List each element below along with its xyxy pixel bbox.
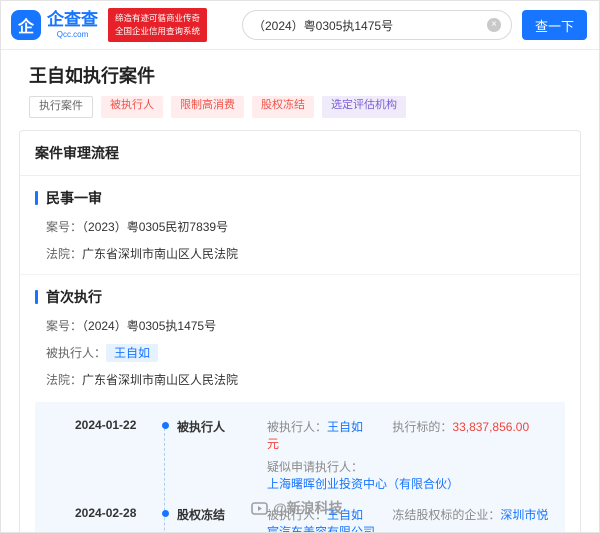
case-title: 首次执行 bbox=[35, 287, 565, 307]
case-number-row: 案号：（2023）粤0305民初7839号 bbox=[46, 218, 565, 235]
timeline-details: 被执行人：王自如 冻结股权标的企业：深圳市悦宸汽车美容有限公司 冻结股权数额：1… bbox=[267, 506, 555, 532]
logo-name: 企查查 bbox=[47, 10, 98, 30]
timeline-event: 被执行人 bbox=[177, 419, 226, 434]
court-value: 广东省深圳市南山区人民法院 bbox=[82, 246, 239, 261]
detail-label: 疑似申请执行人： bbox=[267, 459, 364, 474]
case-number-value: （2023）粤0305民初7839号 bbox=[82, 219, 229, 234]
case-civil-first-instance: 民事一审 案号：（2023）粤0305民初7839号 法院：广东省深圳市南山区人… bbox=[20, 176, 580, 274]
tag-list: 执行案件 被执行人 限制高消费 股权冻结 选定评估机构 bbox=[1, 96, 599, 118]
timeline-date: 2024-02-28 bbox=[75, 505, 137, 520]
clear-icon[interactable]: × bbox=[486, 18, 501, 33]
slogan-banner: 缔造有迹可循商业传奇 全国企业信用查询系统 bbox=[108, 8, 208, 43]
qcc-logo[interactable]: 企 企查查 Qcc.com bbox=[11, 10, 98, 41]
case-number-label: 案号： bbox=[46, 318, 83, 333]
tag-execution-case[interactable]: 执行案件 bbox=[29, 96, 93, 118]
detail-value-link[interactable]: 王自如 bbox=[327, 508, 363, 522]
search-button[interactable]: 查一下 bbox=[521, 10, 587, 41]
qcc-logo-text: 企查查 Qcc.com bbox=[47, 11, 98, 39]
top-bar: 企 企查查 Qcc.com 缔造有迹可循商业传奇 全国企业信用查询系统 （202… bbox=[1, 1, 599, 51]
timeline-row: 2024-01-22 被执行人 被执行人：王自如 执行标的：33,837,856… bbox=[75, 418, 555, 492]
timeline-event: 股权冻结 bbox=[177, 507, 226, 522]
court-row: 法院：广东省深圳市南山区人民法院 bbox=[46, 371, 565, 388]
case-number-label: 案号： bbox=[46, 219, 83, 234]
detail-value-link[interactable]: 王自如 bbox=[327, 420, 363, 434]
tag-appraisal-agency[interactable]: 选定评估机构 bbox=[322, 96, 406, 118]
detail-label: 执行标的： bbox=[392, 419, 453, 434]
executed-person-label: 被执行人： bbox=[46, 345, 107, 360]
timeline-dot-icon bbox=[161, 509, 169, 517]
court-label: 法院： bbox=[46, 246, 83, 261]
timeline-row: 2024-02-28 股权冻结 被执行人：王自如 冻结股权标的企业：深圳市悦宸汽… bbox=[75, 505, 555, 532]
case-process-card: 案件审理流程 民事一审 案号：（2023）粤0305民初7839号 法院：广东省… bbox=[19, 129, 581, 532]
tag-equity-freeze[interactable]: 股权冻结 bbox=[252, 96, 314, 118]
section-title: 案件审理流程 bbox=[20, 131, 580, 176]
qcc-logo-icon: 企 bbox=[11, 10, 41, 41]
tag-consumption-restriction[interactable]: 限制高消费 bbox=[171, 96, 244, 118]
case-number-value: （2024）粤0305执1475号 bbox=[82, 318, 217, 333]
qcc-page: 企 企查查 Qcc.com 缔造有迹可循商业传奇 全国企业信用查询系统 （202… bbox=[0, 0, 600, 533]
detail-value-link[interactable]: 上海曙晖创业投资中心（有限合伙） bbox=[267, 477, 459, 491]
slogan-line-2: 全国企业信用查询系统 bbox=[115, 26, 201, 37]
slogan-line-1: 缔造有迹可循商业传奇 bbox=[115, 13, 201, 23]
court-value: 广东省深圳市南山区人民法院 bbox=[82, 372, 239, 387]
case-title: 民事一审 bbox=[35, 188, 565, 208]
executed-person-tag[interactable]: 王自如 bbox=[106, 343, 159, 362]
court-row: 法院：广东省深圳市南山区人民法院 bbox=[46, 245, 565, 262]
search-input[interactable]: （2024）粤0305执1475号 bbox=[253, 17, 393, 34]
timeline-date: 2024-01-22 bbox=[75, 417, 137, 432]
case-number-row: 案号：（2024）粤0305执1475号 bbox=[46, 317, 565, 334]
search-box[interactable]: （2024）粤0305执1475号 × bbox=[241, 10, 512, 41]
logo-subtitle: Qcc.com bbox=[56, 30, 89, 40]
page-title: 王自如执行案件 bbox=[29, 66, 155, 87]
timeline-details: 被执行人：王自如 执行标的：33,837,856.00元 疑似申请执行人：上海曙… bbox=[267, 418, 555, 492]
detail-label: 被执行人： bbox=[267, 507, 328, 522]
detail-label: 冻结股权标的企业： bbox=[392, 507, 501, 522]
detail-label: 被执行人： bbox=[267, 419, 328, 434]
timeline-dot-icon bbox=[161, 421, 169, 429]
execution-timeline: 2024-01-22 被执行人 被执行人：王自如 执行标的：33,837,856… bbox=[35, 401, 565, 532]
executed-person-row: 被执行人： 王自如 bbox=[46, 343, 565, 362]
case-first-execution: 首次执行 案号：（2024）粤0305执1475号 被执行人： 王自如 法院：广东… bbox=[20, 273, 580, 532]
court-label: 法院： bbox=[46, 372, 83, 387]
tag-person-subject[interactable]: 被执行人 bbox=[101, 96, 163, 118]
